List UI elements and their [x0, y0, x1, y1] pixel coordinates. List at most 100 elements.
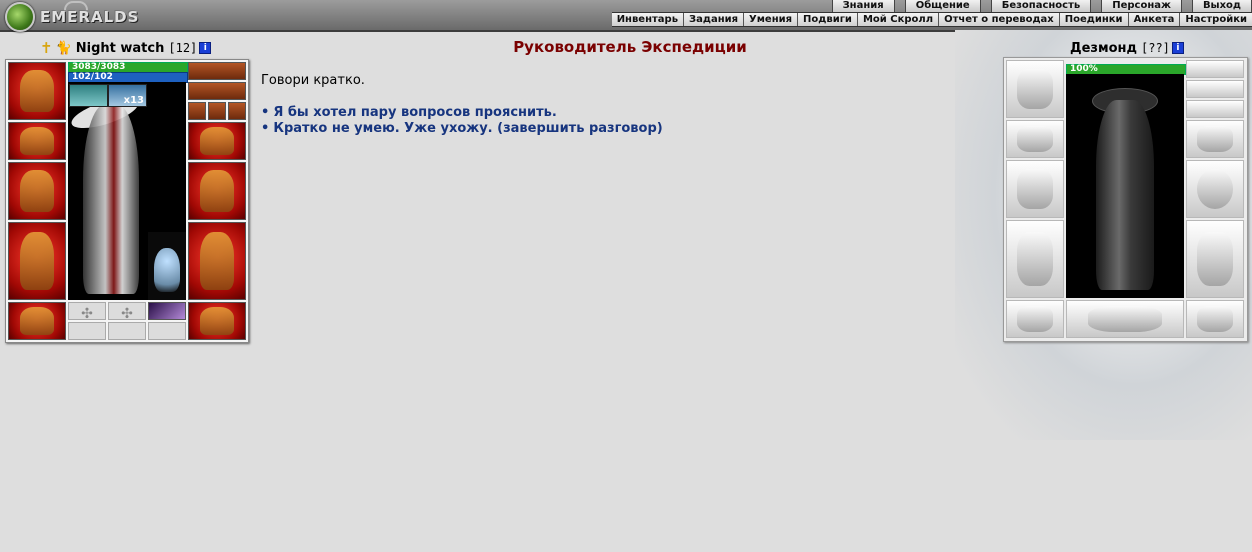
player-figure	[83, 104, 139, 294]
emblem-icon	[1087, 306, 1163, 332]
belt-icon	[1017, 306, 1053, 332]
game-logo[interactable]: EMERALDS	[0, 0, 150, 32]
npc-belt-slot[interactable]	[1006, 300, 1064, 338]
npc-portrait[interactable]	[1066, 74, 1184, 298]
hp-text: 3083/3083	[72, 62, 126, 72]
npc-helmet-slot[interactable]	[1006, 60, 1064, 118]
bullet-icon: •	[261, 121, 270, 136]
npc-bracers-slot[interactable]	[1006, 120, 1064, 158]
npc-amulet-slot[interactable]	[1186, 60, 1244, 78]
cat-pet-icon	[154, 248, 180, 292]
weapon-right-slot[interactable]	[188, 162, 246, 220]
dialogue-text: Говори кратко.	[261, 73, 365, 88]
ring-slot-1[interactable]	[188, 102, 206, 120]
belt-slot[interactable]	[8, 302, 66, 340]
pet-cat[interactable]	[148, 232, 186, 300]
sword-icon	[1017, 169, 1053, 209]
boots-icon	[1197, 306, 1233, 332]
player-level: [12]	[168, 41, 198, 55]
empty-slot-4[interactable]	[108, 322, 146, 340]
buff-slot-2[interactable]: x13	[108, 84, 147, 107]
npc-figure	[1096, 100, 1154, 290]
sub-menu: Инвентарь Задания Умения Подвиги Мой Скр…	[611, 12, 1252, 27]
empty-slot-1[interactable]: ✣	[68, 302, 106, 322]
npc-header: Дезмонд [??] i	[1070, 38, 1184, 58]
mp-text: 102/102	[72, 72, 113, 82]
bracers-slot[interactable]	[8, 122, 66, 160]
dialogue-option-1[interactable]: • Я бы хотел пару вопросов прояснить.	[261, 105, 663, 121]
npc-name[interactable]: Дезмонд	[1070, 41, 1137, 56]
dialogue-option-1-text[interactable]: Я бы хотел пару вопросов прояснить.	[273, 105, 557, 120]
submenu-profile[interactable]: Анкета	[1127, 13, 1180, 26]
submenu-duels[interactable]: Поединки	[1058, 13, 1128, 26]
buff-slot-1[interactable]	[69, 84, 108, 107]
npc-rings-slot[interactable]	[1186, 100, 1244, 118]
menu-knowledge[interactable]: Знания	[831, 0, 895, 12]
boots-icon	[200, 307, 234, 335]
submenu-quests[interactable]: Задания	[683, 13, 743, 26]
submenu-settings[interactable]: Настройки	[1179, 13, 1252, 26]
armor-slot[interactable]	[8, 222, 66, 300]
top-navigation-bar: EMERALDS Знания Общение Безопасность Пер…	[0, 0, 1252, 32]
hood-icon	[20, 69, 54, 113]
main-menu: Знания Общение Безопасность Персонаж Вых…	[822, 0, 1252, 12]
empty-slot-3[interactable]	[68, 322, 106, 340]
menu-exit[interactable]: Выход	[1191, 0, 1252, 12]
npc-weapon-slot[interactable]	[1006, 160, 1064, 218]
shield-icon	[1197, 169, 1233, 209]
gloves-icon	[200, 127, 234, 155]
npc-leggings-slot[interactable]	[1186, 220, 1244, 298]
boots-slot[interactable]	[188, 302, 246, 340]
submenu-skills[interactable]: Умения	[743, 13, 797, 26]
npc-level: [??]	[1141, 41, 1170, 55]
gloves-slot[interactable]	[188, 122, 246, 160]
submenu-inventory[interactable]: Инвентарь	[612, 13, 683, 26]
ring-slot-2[interactable]	[208, 102, 226, 120]
rune-slot[interactable]	[148, 302, 186, 320]
leggings-icon	[200, 232, 234, 290]
submenu-achievements[interactable]: Подвиги	[797, 13, 857, 26]
gloves-icon	[1197, 126, 1233, 152]
earring-slot[interactable]	[188, 82, 246, 100]
weapon-left-slot[interactable]	[8, 162, 66, 220]
player-name[interactable]: Night watch	[76, 41, 165, 56]
info-icon[interactable]: i	[1171, 42, 1184, 54]
ring-slot-3[interactable]	[228, 102, 246, 120]
player-equipment-panel: 3083/3083 102/102 x13 ✣ ✣	[5, 59, 249, 343]
dialogue-options: • Я бы хотел пару вопросов прояснить. • Кр…	[261, 105, 663, 137]
bracers-icon	[20, 127, 54, 155]
buff-count: x13	[123, 95, 144, 106]
amulet-slot[interactable]	[188, 62, 246, 80]
emerald-emblem-icon	[5, 2, 35, 32]
empty-slot-2[interactable]: ✣	[108, 302, 146, 322]
dialogue-option-2[interactable]: • Кратко не умею. Уже ухожу. (завершить р…	[261, 121, 663, 137]
npc-emblem-slot[interactable]	[1066, 300, 1184, 338]
submenu-my-scroll[interactable]: Мой Скролл	[856, 13, 938, 26]
cat-icon: 🐈	[55, 40, 72, 56]
menu-communication[interactable]: Общение	[904, 0, 981, 12]
armor-icon	[20, 232, 54, 290]
npc-shield-slot[interactable]	[1186, 160, 1244, 218]
cross-icon: ✝	[40, 39, 53, 57]
leggings-icon	[1197, 232, 1233, 286]
submenu-transfer-report[interactable]: Отчет о переводах	[938, 13, 1059, 26]
player-header: ✝ 🐈 Night watch [12] i	[40, 38, 212, 58]
menu-character[interactable]: Персонаж	[1101, 0, 1182, 12]
dialogue-option-2-text[interactable]: Кратко не умею. Уже ухожу. (завершить ра…	[273, 121, 662, 136]
npc-boots-slot[interactable]	[1186, 300, 1244, 338]
empty-slot-5[interactable]	[148, 322, 186, 340]
dialogue-title: Руководитель Экспедиции	[513, 38, 747, 56]
helmet-icon	[1017, 69, 1053, 109]
bullet-icon: •	[261, 105, 270, 120]
leggings-slot[interactable]	[188, 222, 246, 300]
npc-gloves-slot[interactable]	[1186, 120, 1244, 158]
sword-icon	[20, 169, 54, 213]
helmet-slot[interactable]	[8, 62, 66, 120]
npc-armor-slot[interactable]	[1006, 220, 1064, 298]
npc-hp-text: 100%	[1070, 64, 1098, 74]
logo-text: EMERALDS	[40, 8, 140, 26]
info-icon[interactable]: i	[199, 42, 212, 54]
menu-security[interactable]: Безопасность	[990, 0, 1092, 12]
npc-earring-slot[interactable]	[1186, 80, 1244, 98]
sword-icon	[200, 169, 234, 213]
